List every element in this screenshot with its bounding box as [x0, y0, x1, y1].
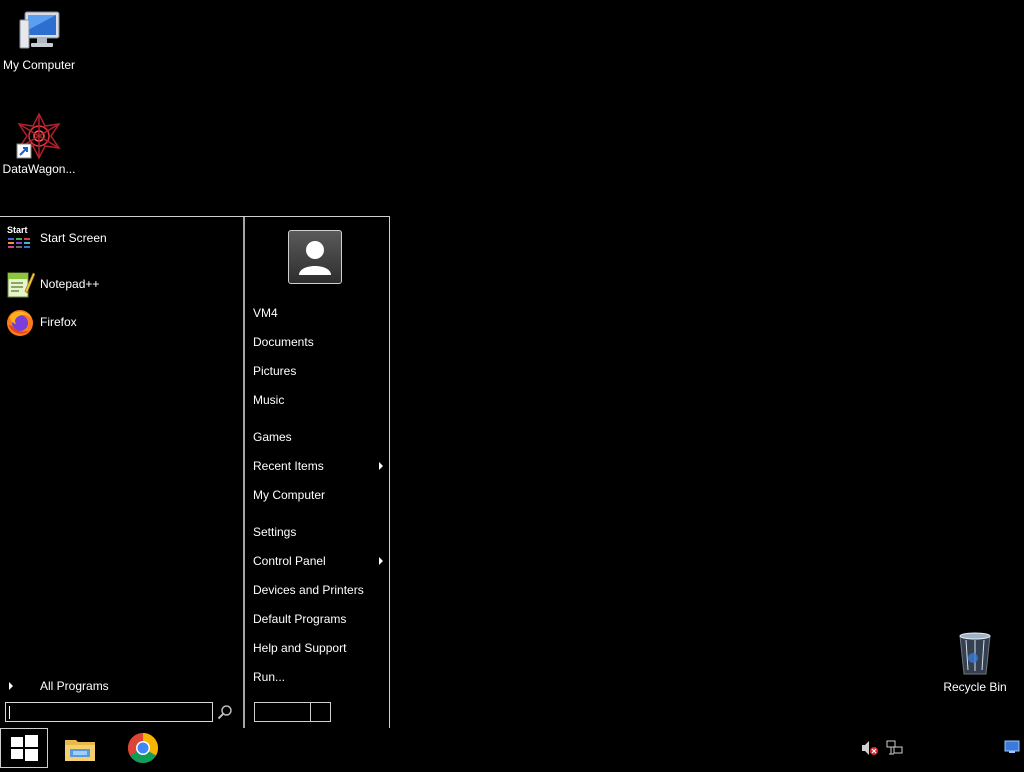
menu-item-user[interactable]: VM4 [253, 302, 383, 324]
menu-item-label: Devices and Printers [253, 583, 364, 597]
menu-item-label: Help and Support [253, 641, 347, 655]
menu-item-default-programs[interactable]: Default Programs [253, 608, 383, 630]
start-screen-icon: Start [5, 223, 35, 253]
menu-item-label: Games [253, 430, 292, 444]
menu-item-label: Settings [253, 525, 297, 539]
menu-item-documents[interactable]: Documents [253, 331, 383, 353]
menu-item-label: Default Programs [253, 612, 347, 626]
computer-icon [15, 8, 63, 56]
desktop-icon-label: DataWagon... [2, 162, 76, 176]
menu-item-help-and-support[interactable]: Help and Support [253, 637, 383, 659]
user-avatar[interactable] [288, 230, 342, 284]
desktop-icon-my-computer[interactable]: My Computer [0, 8, 78, 72]
menu-item-label: My Computer [253, 488, 326, 502]
menu-item-run[interactable]: Run... [253, 666, 383, 688]
volume-muted-icon [862, 741, 878, 755]
desktop-icon-label: Recycle Bin [943, 680, 1007, 694]
menu-item-recent-items[interactable]: Recent Items [253, 455, 383, 477]
program-label: Firefox [40, 315, 77, 329]
menu-item-devices-and-printers[interactable]: Devices and Printers [253, 579, 383, 601]
file-explorer-icon [65, 740, 95, 761]
shutdown-button[interactable] [254, 702, 311, 722]
menu-item-pictures[interactable]: Pictures [253, 360, 383, 382]
start-menu-programs-pane: Start Start Screen Notepad++ Firefox All… [0, 217, 243, 728]
shutdown-options-button[interactable] [311, 702, 331, 722]
datawagon-icon [15, 112, 63, 160]
tray-volume[interactable] [861, 740, 879, 756]
taskbar-chrome[interactable] [127, 732, 159, 764]
menu-item-label: Recent Items [253, 459, 324, 473]
menu-item-settings[interactable]: Settings [253, 521, 383, 543]
all-programs-label: All Programs [40, 679, 109, 693]
menu-item-control-panel[interactable]: Control Panel [253, 550, 383, 572]
program-label: Start Screen [40, 231, 107, 245]
menu-item-label: Run... [253, 670, 286, 684]
desktop-icon-recycle-bin[interactable]: Recycle Bin [936, 630, 1014, 694]
program-notepad-plus-plus[interactable]: Notepad++ [0, 267, 243, 301]
menu-item-my-computer[interactable]: My Computer [253, 484, 383, 506]
chevron-right-icon [379, 557, 383, 565]
user-icon [299, 241, 331, 275]
search-input[interactable] [5, 702, 213, 722]
program-firefox[interactable]: Firefox [0, 305, 243, 339]
start-button[interactable] [0, 728, 48, 768]
search-icon[interactable] [217, 704, 233, 720]
start-menu-places-pane: VM4 Documents Pictures Music Games Recen… [245, 217, 389, 728]
menu-item-games[interactable]: Games [253, 426, 383, 448]
firefox-icon [5, 307, 35, 337]
desktop-icon-datawagon[interactable]: DataWagon... [0, 112, 78, 176]
all-programs-button[interactable]: All Programs [0, 675, 243, 697]
tray-network[interactable] [886, 740, 904, 756]
show-desktop-button[interactable] [1004, 740, 1020, 756]
menu-item-label: Pictures [253, 364, 297, 378]
network-icon [886, 740, 903, 755]
menu-item-label: Control Panel [253, 554, 326, 568]
menu-item-label: VM4 [253, 306, 278, 320]
chevron-right-icon [9, 682, 13, 690]
text-caret [9, 706, 10, 719]
taskbar [0, 728, 1024, 768]
desktop-icon-label: My Computer [2, 58, 76, 72]
program-label: Notepad++ [40, 277, 100, 291]
taskbar-file-explorer[interactable] [64, 732, 96, 764]
chrome-icon [127, 733, 159, 764]
start-menu: Start Start Screen Notepad++ Firefox All… [0, 216, 390, 728]
notepad-plus-plus-icon [5, 269, 36, 299]
show-desktop-icon [1004, 740, 1020, 753]
menu-item-label: Music [253, 393, 285, 407]
menu-item-music[interactable]: Music [253, 389, 383, 411]
windows-logo-icon [11, 735, 38, 761]
recycle-bin-icon [951, 630, 999, 678]
menu-item-label: Documents [253, 335, 314, 349]
chevron-right-icon [379, 462, 383, 470]
program-start-screen[interactable]: Start Start Screen [0, 221, 243, 255]
